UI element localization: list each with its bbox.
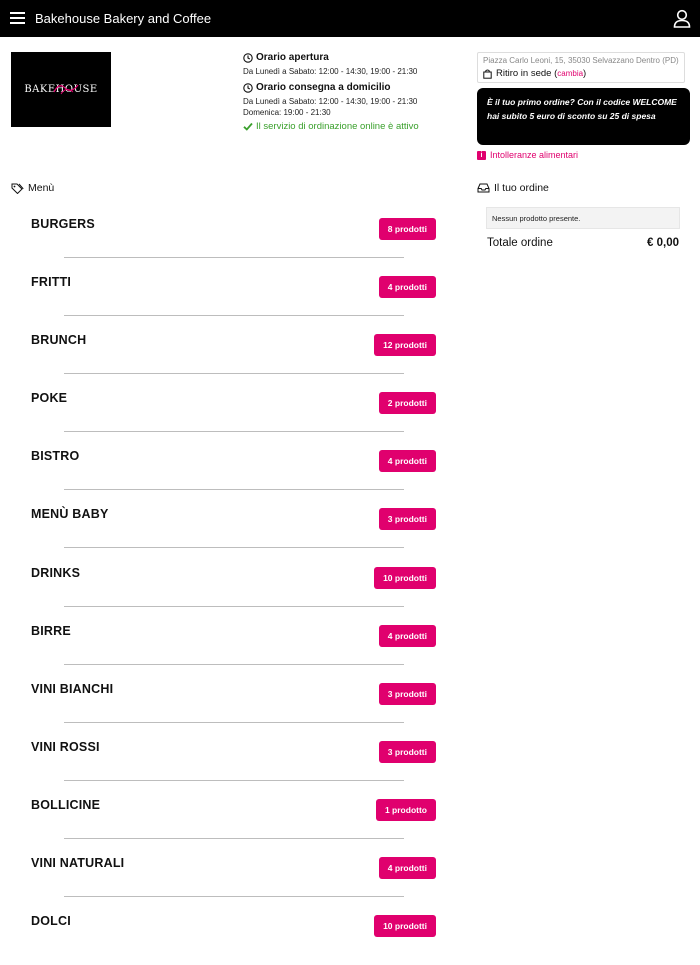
pickup-mode: Ritiro in sede (cambia) xyxy=(483,68,679,79)
menu-category[interactable]: VINI NATURALI 4 prodotti xyxy=(0,849,460,907)
product-count-button[interactable]: 3 prodotti xyxy=(378,508,436,531)
service-status: Il servizio di ordinazione online è atti… xyxy=(243,121,453,132)
menu-category-list: BURGERS 8 prodotti FRITTI 4 prodotti BRUNCH 1… xyxy=(0,210,460,965)
product-count-button[interactable]: 10 prodotti xyxy=(374,566,436,589)
order-empty-message: Nessun prodotto presente. xyxy=(486,207,680,229)
pickup-label: Ritiro in sede ( xyxy=(496,68,558,79)
product-count-button[interactable]: 4 prodotti xyxy=(378,857,436,880)
delivery-hours-sunday-line: Domenica: 19:00 - 21:30 xyxy=(243,108,331,117)
delivery-hours-title: Orario consegna a domicilio xyxy=(256,82,391,93)
menu-category[interactable]: BRUNCH 12 prodotti xyxy=(0,326,460,384)
bag-icon xyxy=(483,69,492,79)
product-count-button[interactable]: 4 prodotti xyxy=(378,624,436,647)
hours-panel: Orario apertura Da Lunedì a Sabato: 12:0… xyxy=(243,52,453,132)
category-name[interactable]: POKE xyxy=(31,391,67,405)
category-divider xyxy=(64,721,404,723)
clock-icon xyxy=(243,82,253,93)
menu-category[interactable]: BISTRO 4 prodotti xyxy=(0,442,460,500)
category-name[interactable]: FRITTI xyxy=(31,275,71,289)
category-divider xyxy=(64,489,404,491)
inbox-icon xyxy=(477,183,490,193)
order-heading-label: Il tuo ordine xyxy=(494,182,549,194)
category-divider xyxy=(64,547,404,549)
menu-category[interactable]: DOLCI 10 prodotti xyxy=(0,907,460,965)
menu-heading: Menù xyxy=(11,182,54,194)
category-name[interactable]: BURGERS xyxy=(31,217,95,231)
category-name[interactable]: BOLLICINE xyxy=(31,798,100,812)
category-name[interactable]: DOLCI xyxy=(31,914,71,928)
menu-category[interactable]: POKE 2 prodotti xyxy=(0,384,460,442)
product-count-button[interactable]: 3 prodotti xyxy=(378,740,436,763)
logo-script-mark xyxy=(53,84,79,95)
category-name[interactable]: VINI ROSSI xyxy=(31,740,100,754)
allergens-link[interactable]: i Intolleranze alimentari xyxy=(477,150,578,160)
category-divider xyxy=(64,257,404,258)
menu-category[interactable]: MENÙ BABY 3 prodotti xyxy=(0,500,460,558)
store-address: Piazza Carlo Leoni, 15, 35030 Selvazzano… xyxy=(483,56,679,65)
category-divider xyxy=(64,605,404,607)
order-total-value: € 0,00 xyxy=(647,237,679,249)
promo-banner: È il tuo primo ordine? Con il codice WEL… xyxy=(477,88,690,145)
order-total: Totale ordine € 0,00 xyxy=(487,237,679,249)
change-pickup-link[interactable]: cambia xyxy=(557,69,583,78)
category-name[interactable]: BRUNCH xyxy=(31,333,86,347)
user-icon[interactable] xyxy=(673,9,691,28)
category-divider xyxy=(64,315,404,317)
product-count-button[interactable]: 1 prodotto xyxy=(375,798,436,821)
product-count-button[interactable]: 12 prodotti xyxy=(374,334,436,357)
delivery-hours-line: Da Lunedì a Sabato: 12:00 - 14:30, 19:00… xyxy=(243,97,418,106)
allergens-label: Intolleranze alimentari xyxy=(490,150,579,160)
product-count-button[interactable]: 4 prodotti xyxy=(378,450,436,473)
opening-hours-line: Da Lunedì a Sabato: 12:00 - 14:30, 19:00… xyxy=(243,67,418,76)
menu-category[interactable]: DRINKS 10 prodotti xyxy=(0,559,460,617)
opening-hours-title: Orario apertura xyxy=(256,52,329,63)
category-divider xyxy=(64,779,404,781)
order-total-label: Totale ordine xyxy=(487,237,553,249)
tag-icon xyxy=(11,183,24,194)
category-name[interactable]: BIRRE xyxy=(31,624,71,638)
address-box: Piazza Carlo Leoni, 15, 35030 Selvazzano… xyxy=(477,52,685,83)
category-divider xyxy=(64,837,404,839)
product-count-button[interactable]: 4 prodotti xyxy=(378,276,436,299)
menu-category[interactable]: BURGERS 8 prodotti xyxy=(0,210,460,268)
category-name[interactable]: DRINKS xyxy=(31,566,80,580)
category-divider xyxy=(64,663,404,665)
pickup-close: ) xyxy=(583,68,587,79)
hamburger-icon[interactable] xyxy=(10,12,25,24)
category-divider xyxy=(64,373,404,375)
opening-hours-heading: Orario apertura xyxy=(243,52,453,63)
category-name[interactable]: MENÙ BABY xyxy=(31,507,109,521)
menu-heading-label: Menù xyxy=(28,182,55,194)
category-divider xyxy=(64,431,404,433)
category-name[interactable]: VINI NATURALI xyxy=(31,856,124,870)
menu-category[interactable]: BOLLICINE 1 prodotto xyxy=(0,791,460,849)
category-divider xyxy=(64,896,404,898)
top-bar: Bakehouse Bakery and Coffee xyxy=(0,0,700,37)
clock-icon xyxy=(243,52,253,63)
menu-category[interactable]: FRITTI 4 prodotti xyxy=(0,268,460,326)
order-heading: Il tuo ordine xyxy=(477,182,549,194)
menu-category[interactable]: VINI BIANCHI 3 prodotti xyxy=(0,675,460,733)
category-name[interactable]: VINI BIANCHI xyxy=(31,682,113,696)
info-icon: i xyxy=(477,150,486,160)
check-icon xyxy=(243,122,253,131)
menu-category[interactable]: BIRRE 4 prodotti xyxy=(0,617,460,675)
product-count-button[interactable]: 3 prodotti xyxy=(378,682,436,705)
delivery-hours-heading: Orario consegna a domicilio xyxy=(243,82,453,93)
category-name[interactable]: BISTRO xyxy=(31,449,79,463)
menu-category[interactable]: VINI ROSSI 3 prodotti xyxy=(0,733,460,791)
app-title: Bakehouse Bakery and Coffee xyxy=(35,11,212,26)
product-count-button[interactable]: 2 prodotti xyxy=(378,392,436,415)
service-status-text: Il servizio di ordinazione online è atti… xyxy=(256,121,419,132)
product-count-button[interactable]: 8 prodotti xyxy=(378,218,436,240)
store-logo: BAKEHOUSE xyxy=(11,52,111,127)
